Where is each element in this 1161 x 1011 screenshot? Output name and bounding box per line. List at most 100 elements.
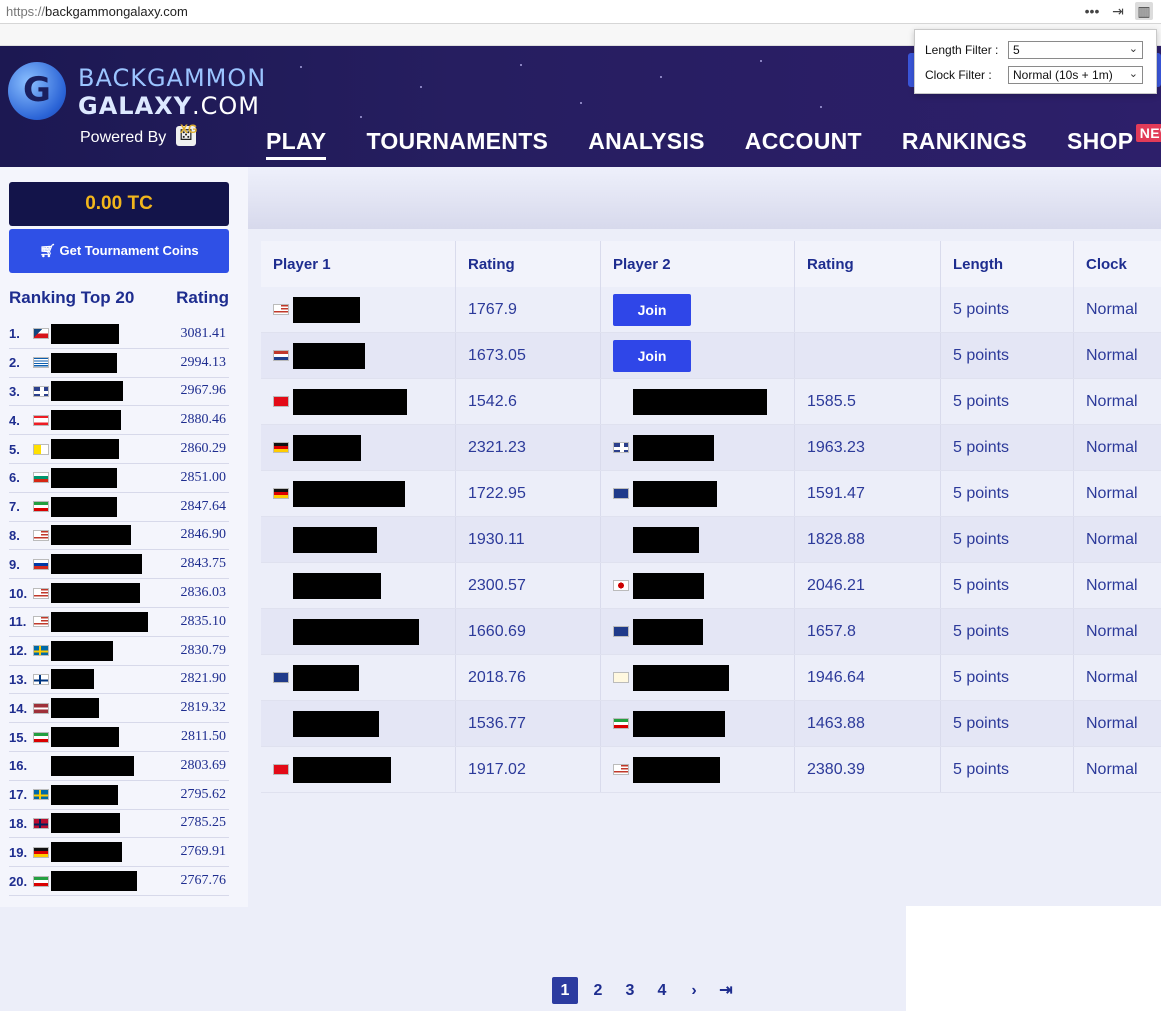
rank-rating: 2767.76 bbox=[180, 873, 227, 889]
table-row[interactable]: 1660.69 1657.8 5 points Normal bbox=[261, 609, 1161, 655]
ranking-row[interactable]: 20. 2767.76 bbox=[9, 867, 229, 896]
redacted-player-name bbox=[51, 410, 121, 431]
player1-rating: 1930.11 bbox=[456, 517, 601, 562]
rank-number: 13. bbox=[9, 671, 28, 687]
nav-play[interactable]: PLAY bbox=[266, 128, 327, 160]
rank-number: 18. bbox=[9, 815, 28, 831]
browser-address-bar[interactable]: https://backgammongalaxy.com ••• ⇥ ▥ bbox=[0, 0, 1161, 24]
ranking-row[interactable]: 12. 2830.79 bbox=[9, 637, 229, 666]
col-clock[interactable]: Clock bbox=[1074, 241, 1161, 287]
ranking-row[interactable]: 2. 2994.13 bbox=[9, 349, 229, 378]
player1-rating: 1660.69 bbox=[456, 609, 601, 654]
col-player2[interactable]: Player 2 bbox=[601, 241, 795, 287]
table-row[interactable]: 1917.02 2380.39 5 points Normal bbox=[261, 747, 1161, 793]
redacted-player-name bbox=[633, 388, 767, 415]
rank-number: 6. bbox=[9, 470, 20, 486]
ranking-row[interactable]: 9. 2843.75 bbox=[9, 550, 229, 580]
redacted-player-name bbox=[51, 784, 118, 805]
ranking-row[interactable]: 6. 2851.00 bbox=[9, 464, 229, 493]
rating-title: Rating bbox=[176, 288, 229, 307]
table-row[interactable]: 2321.23 1963.23 5 points Normal bbox=[261, 425, 1161, 471]
ranking-row[interactable]: 13. 2821.90 bbox=[9, 666, 229, 695]
flag-icon bbox=[33, 501, 49, 513]
ranking-row[interactable]: 17. 2795.62 bbox=[9, 781, 229, 810]
length-filter-select[interactable]: 5 ⌄ bbox=[1008, 41, 1143, 59]
table-row[interactable]: 1673.05 Join 5 points Normal bbox=[261, 333, 1161, 379]
ranking-row[interactable]: 5. 2860.29 bbox=[9, 435, 229, 464]
player2-cell bbox=[601, 701, 795, 746]
nav-analysis[interactable]: ANALYSIS bbox=[588, 128, 705, 160]
redacted-player-name bbox=[293, 710, 379, 737]
extension-icon[interactable]: ▥ bbox=[1135, 2, 1153, 20]
ranking-row[interactable]: 10. 2836.03 bbox=[9, 579, 229, 608]
flag-icon bbox=[273, 442, 289, 453]
ranking-row[interactable]: 11. 2835.10 bbox=[9, 608, 229, 637]
flag-icon bbox=[33, 645, 49, 657]
nav-tournaments[interactable]: TOURNAMENTS bbox=[366, 128, 548, 160]
join-button[interactable]: Join bbox=[613, 293, 691, 326]
col-rating1[interactable]: Rating bbox=[456, 241, 601, 287]
player1-rating: 1673.05 bbox=[456, 333, 601, 378]
player2-cell bbox=[601, 563, 795, 608]
col-player1[interactable]: Player 1 bbox=[261, 241, 456, 287]
redacted-player-name bbox=[293, 434, 361, 461]
match-length: 5 points bbox=[941, 425, 1074, 470]
table-row[interactable]: 2300.57 2046.21 5 points Normal bbox=[261, 563, 1161, 609]
table-row[interactable]: 1930.11 1828.88 5 points Normal bbox=[261, 517, 1161, 563]
flag-icon bbox=[273, 304, 289, 315]
match-clock: Normal bbox=[1086, 392, 1138, 410]
flag-icon bbox=[33, 328, 49, 340]
flag-icon bbox=[273, 350, 289, 361]
ranking-row[interactable]: 4. 2880.46 bbox=[9, 406, 229, 436]
table-row[interactable]: 2018.76 1946.64 5 points Normal bbox=[261, 655, 1161, 701]
ranking-list: 1. 3081.41 2. 2994.13 3. 2967.96 4. 2880.46 5. 28… bbox=[9, 320, 229, 896]
table-row[interactable]: 1767.9 Join 5 points Normal bbox=[261, 287, 1161, 333]
redacted-player-name bbox=[51, 554, 142, 575]
rank-number: 14. bbox=[9, 700, 28, 716]
redacted-player-name bbox=[633, 480, 717, 507]
player1-cell bbox=[261, 747, 456, 792]
rank-rating: 2769.91 bbox=[180, 844, 227, 860]
ranking-row[interactable]: 18. 2785.25 bbox=[9, 810, 229, 839]
page-4[interactable]: 4 bbox=[646, 977, 678, 1004]
page-1[interactable]: 1 bbox=[552, 977, 578, 1004]
rank-number: 16. bbox=[9, 758, 28, 774]
chevron-right-icon[interactable]: › bbox=[678, 977, 710, 1004]
page-2[interactable]: 2 bbox=[582, 977, 614, 1004]
ranking-row[interactable]: 19. 2769.91 bbox=[9, 838, 229, 868]
get-coins-button[interactable]: 🛒︎ Get Tournament Coins bbox=[9, 229, 229, 273]
clock-filter-select[interactable]: Normal (10s + 1m) ⌄ bbox=[1008, 66, 1143, 84]
more-icon[interactable]: ••• bbox=[1083, 2, 1101, 20]
page-3[interactable]: 3 bbox=[614, 977, 646, 1004]
logo-text-top[interactable]: BACKGAMMON bbox=[78, 64, 266, 92]
last-page-icon[interactable]: ⇥ bbox=[710, 977, 742, 1004]
url-text[interactable]: https://backgammongalaxy.com bbox=[6, 4, 188, 19]
exit-icon[interactable]: ⇥ bbox=[1109, 2, 1127, 20]
flag-icon bbox=[273, 488, 289, 499]
rank-rating: 2880.46 bbox=[180, 412, 227, 428]
ranking-row[interactable]: 15. 2811.50 bbox=[9, 723, 229, 752]
ranking-row[interactable]: 3. 2967.96 bbox=[9, 378, 229, 407]
logo-icon[interactable]: G bbox=[8, 62, 66, 120]
redacted-player-name bbox=[51, 352, 117, 373]
col-length[interactable]: Length bbox=[941, 241, 1074, 287]
ranking-row[interactable]: 16. 2803.69 bbox=[9, 752, 229, 781]
ranking-row[interactable]: 7. 2847.64 bbox=[9, 493, 229, 522]
ranking-row[interactable]: 14. 2819.32 bbox=[9, 694, 229, 724]
rank-number: 15. bbox=[9, 729, 28, 745]
col-rating2[interactable]: Rating bbox=[795, 241, 941, 287]
player2-rating: 1946.64 bbox=[795, 655, 941, 700]
logo-text-bottom[interactable]: GALAXY.COM bbox=[78, 92, 260, 120]
flag-icon bbox=[33, 385, 49, 397]
flag-icon bbox=[613, 672, 629, 683]
join-button[interactable]: Join bbox=[613, 339, 691, 372]
ranking-row[interactable]: 1. 3081.41 bbox=[9, 320, 229, 349]
match-length: 5 points bbox=[941, 563, 1074, 608]
table-row[interactable]: 1536.77 1463.88 5 points Normal bbox=[261, 701, 1161, 747]
table-row[interactable]: 1722.95 1591.47 5 points Normal bbox=[261, 471, 1161, 517]
table-row[interactable]: 1542.6 1585.5 5 points Normal bbox=[261, 379, 1161, 425]
nav-account[interactable]: ACCOUNT bbox=[745, 128, 862, 160]
ranking-row[interactable]: 8. 2846.90 bbox=[9, 522, 229, 551]
nav-rankings[interactable]: RANKINGS bbox=[902, 128, 1027, 160]
nav-shop[interactable]: SHOPNEW bbox=[1067, 124, 1161, 160]
